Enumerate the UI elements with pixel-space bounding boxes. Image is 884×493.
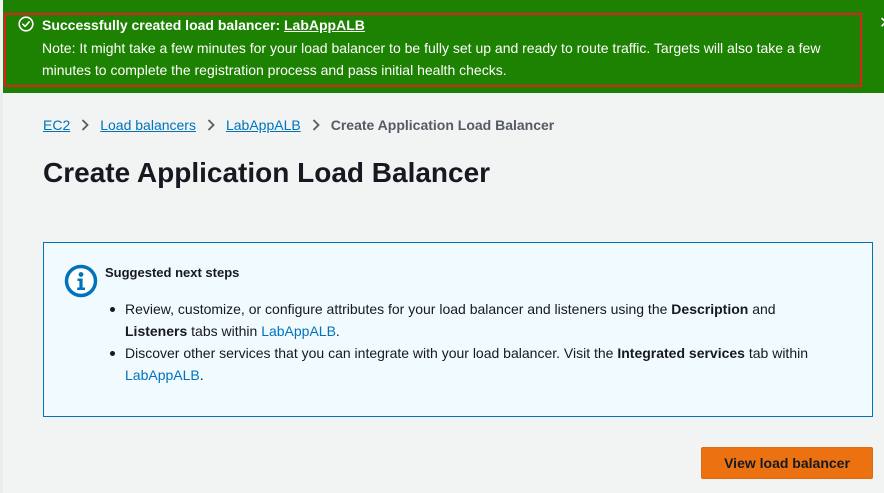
breadcrumb-labappalb[interactable]: LabAppALB [226, 117, 301, 133]
navigation-drawer-edge [0, 93, 3, 493]
bullet-text: . [199, 367, 204, 383]
bullet-bold-text: Description [671, 301, 749, 317]
load-balancer-link[interactable]: LabAppALB [261, 323, 336, 339]
suggested-next-steps-panel: Suggested next steps Review, customize, … [43, 242, 873, 417]
suggested-steps-heading: Suggested next steps [105, 265, 240, 280]
bullet-text: Review, customize, or configure attribut… [125, 301, 672, 317]
breadcrumb: EC2 Load balancers LabAppALB Create Appl… [43, 116, 554, 134]
bullet-text: tabs within [187, 323, 262, 339]
list-item: Review, customize, or configure attribut… [110, 298, 825, 342]
chevron-right-icon [196, 118, 226, 132]
bullet-text: and [748, 301, 776, 317]
breadcrumb-ec2[interactable]: EC2 [43, 117, 70, 133]
list-item: Discover other services that you can int… [110, 342, 825, 386]
breadcrumb-load-balancers[interactable]: Load balancers [100, 117, 196, 133]
bullet-text: . [335, 323, 340, 339]
info-icon [64, 264, 98, 298]
highlight-outline [4, 13, 862, 87]
bullet-bold-text: Integrated services [617, 345, 745, 361]
breadcrumb-current: Create Application Load Balancer [330, 117, 555, 133]
chevron-right-icon [301, 118, 331, 132]
load-balancer-link[interactable]: LabAppALB [125, 367, 200, 383]
view-load-balancer-button[interactable]: View load balancer [701, 447, 873, 479]
suggested-steps-list: Review, customize, or configure attribut… [110, 298, 825, 386]
bullet-bold-text: Listeners [125, 323, 188, 339]
bullet-text: Discover other services that you can int… [125, 345, 618, 361]
close-icon[interactable]: ✕ [879, 17, 884, 31]
bullet-text: tab within [744, 345, 809, 361]
page-title: Create Application Load Balancer [43, 157, 491, 188]
chevron-right-icon [70, 118, 100, 132]
